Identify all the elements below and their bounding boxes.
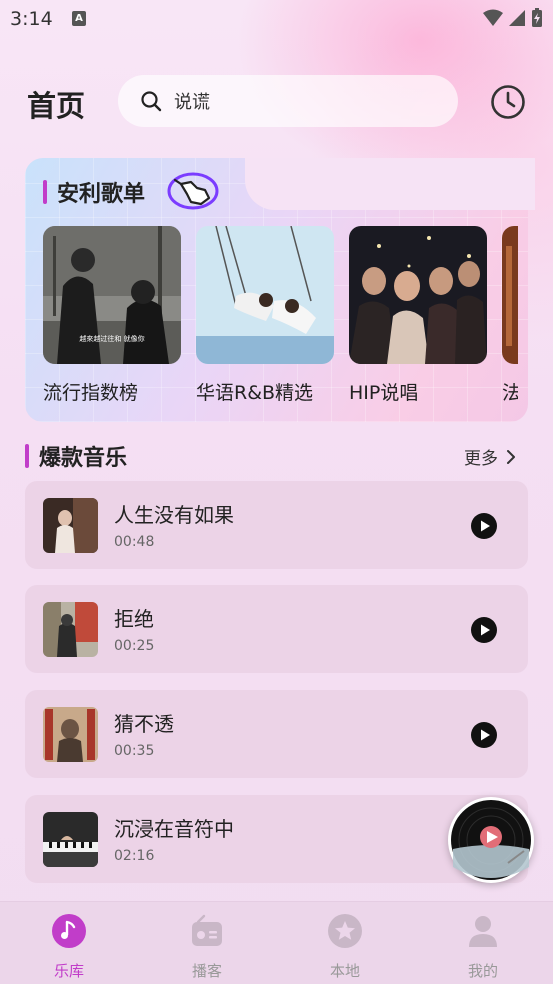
playlist-cover (502, 226, 518, 364)
song-row[interactable]: 人生没有如果 00:48 (25, 481, 528, 569)
play-icon[interactable] (471, 617, 497, 643)
nav-item-mine[interactable]: 我的 (414, 902, 552, 984)
song-title: 人生没有如果 (114, 503, 234, 527)
section-accent-bar (25, 444, 29, 468)
hot-title: 爆款音乐 (39, 446, 128, 471)
song-row[interactable]: 拒绝 00:25 (25, 585, 528, 673)
system-icons (483, 8, 543, 28)
song-duration: 00:35 (114, 743, 155, 759)
song-title: 沉浸在音符中 (114, 817, 234, 841)
song-thumbnail (43, 498, 98, 553)
person-icon (469, 916, 497, 947)
search-bar[interactable]: 说谎 (118, 75, 458, 127)
nav-label: 播客 (191, 962, 222, 980)
clock-icon[interactable] (490, 84, 526, 120)
song-duration: 00:25 (114, 638, 155, 654)
cover-caption: 越來越过往和 就像你 (79, 334, 144, 343)
nav-label: 乐库 (53, 962, 84, 980)
song-duration: 00:48 (114, 534, 155, 550)
section-accent-bar (43, 180, 47, 204)
status-time: 3:14 (10, 8, 53, 30)
featured-section-header: 安利歌单 (43, 176, 145, 208)
featured-title: 安利歌单 (57, 182, 146, 207)
more-link[interactable]: 更多 (464, 444, 516, 469)
music-note-icon (52, 914, 86, 948)
now-playing-disc[interactable] (448, 797, 534, 883)
notification-a-icon: A (72, 11, 86, 26)
star-icon (328, 914, 362, 948)
radio-icon (192, 914, 222, 946)
play-icon[interactable] (471, 513, 497, 539)
playlist-item[interactable]: HIP说唱 (349, 226, 487, 405)
wifi-icon (483, 9, 503, 26)
playlist-name: 法 (502, 382, 518, 404)
bottom-navigation: 乐库 播客 本地 我的 (0, 901, 553, 984)
nav-item-library[interactable]: 乐库 (0, 902, 138, 984)
song-row[interactable]: 猜不透 00:35 (25, 690, 528, 778)
playlist-cover: 越來越过往和 就像你 (43, 226, 181, 364)
search-placeholder: 说谎 (174, 92, 210, 113)
hot-section-header: 爆款音乐 (25, 440, 127, 472)
playlist-cover (196, 226, 334, 364)
search-icon (141, 91, 162, 112)
pointing-hand-icon (167, 172, 219, 210)
nav-label: 我的 (467, 962, 498, 980)
playlist-item[interactable]: 法 (502, 226, 518, 405)
playlist-item[interactable]: 华语R&B精选 (196, 226, 334, 405)
song-thumbnail (43, 707, 98, 762)
song-thumbnail (43, 812, 98, 867)
battery-icon (532, 8, 542, 27)
song-title: 拒绝 (114, 607, 154, 631)
playlist-name: 流行指数榜 (43, 382, 139, 404)
nav-label: 本地 (329, 962, 360, 980)
play-icon[interactable] (471, 722, 497, 748)
song-duration: 02:16 (114, 848, 155, 864)
signal-icon (509, 10, 525, 26)
status-bar: 3:14 A (0, 0, 553, 40)
featured-playlists-card: 安利歌单 越來越过往和 就像你 流行指数榜 华语R&B精选 HIP说唱 法 (25, 158, 535, 422)
page-title: 首页 (27, 89, 86, 123)
chevron-right-icon (507, 449, 515, 464)
playlist-cover (349, 226, 487, 364)
playlist-item[interactable]: 越來越过往和 就像你 流行指数榜 (43, 226, 181, 405)
playlist-name: HIP说唱 (349, 382, 419, 404)
more-label: 更多 (464, 449, 498, 469)
nav-item-local[interactable]: 本地 (276, 902, 414, 984)
card-tab-cutout (245, 158, 535, 210)
song-title: 猜不透 (114, 712, 174, 736)
nav-item-podcast[interactable]: 播客 (138, 902, 276, 984)
playlist-name: 华语R&B精选 (196, 382, 314, 404)
song-thumbnail (43, 602, 98, 657)
